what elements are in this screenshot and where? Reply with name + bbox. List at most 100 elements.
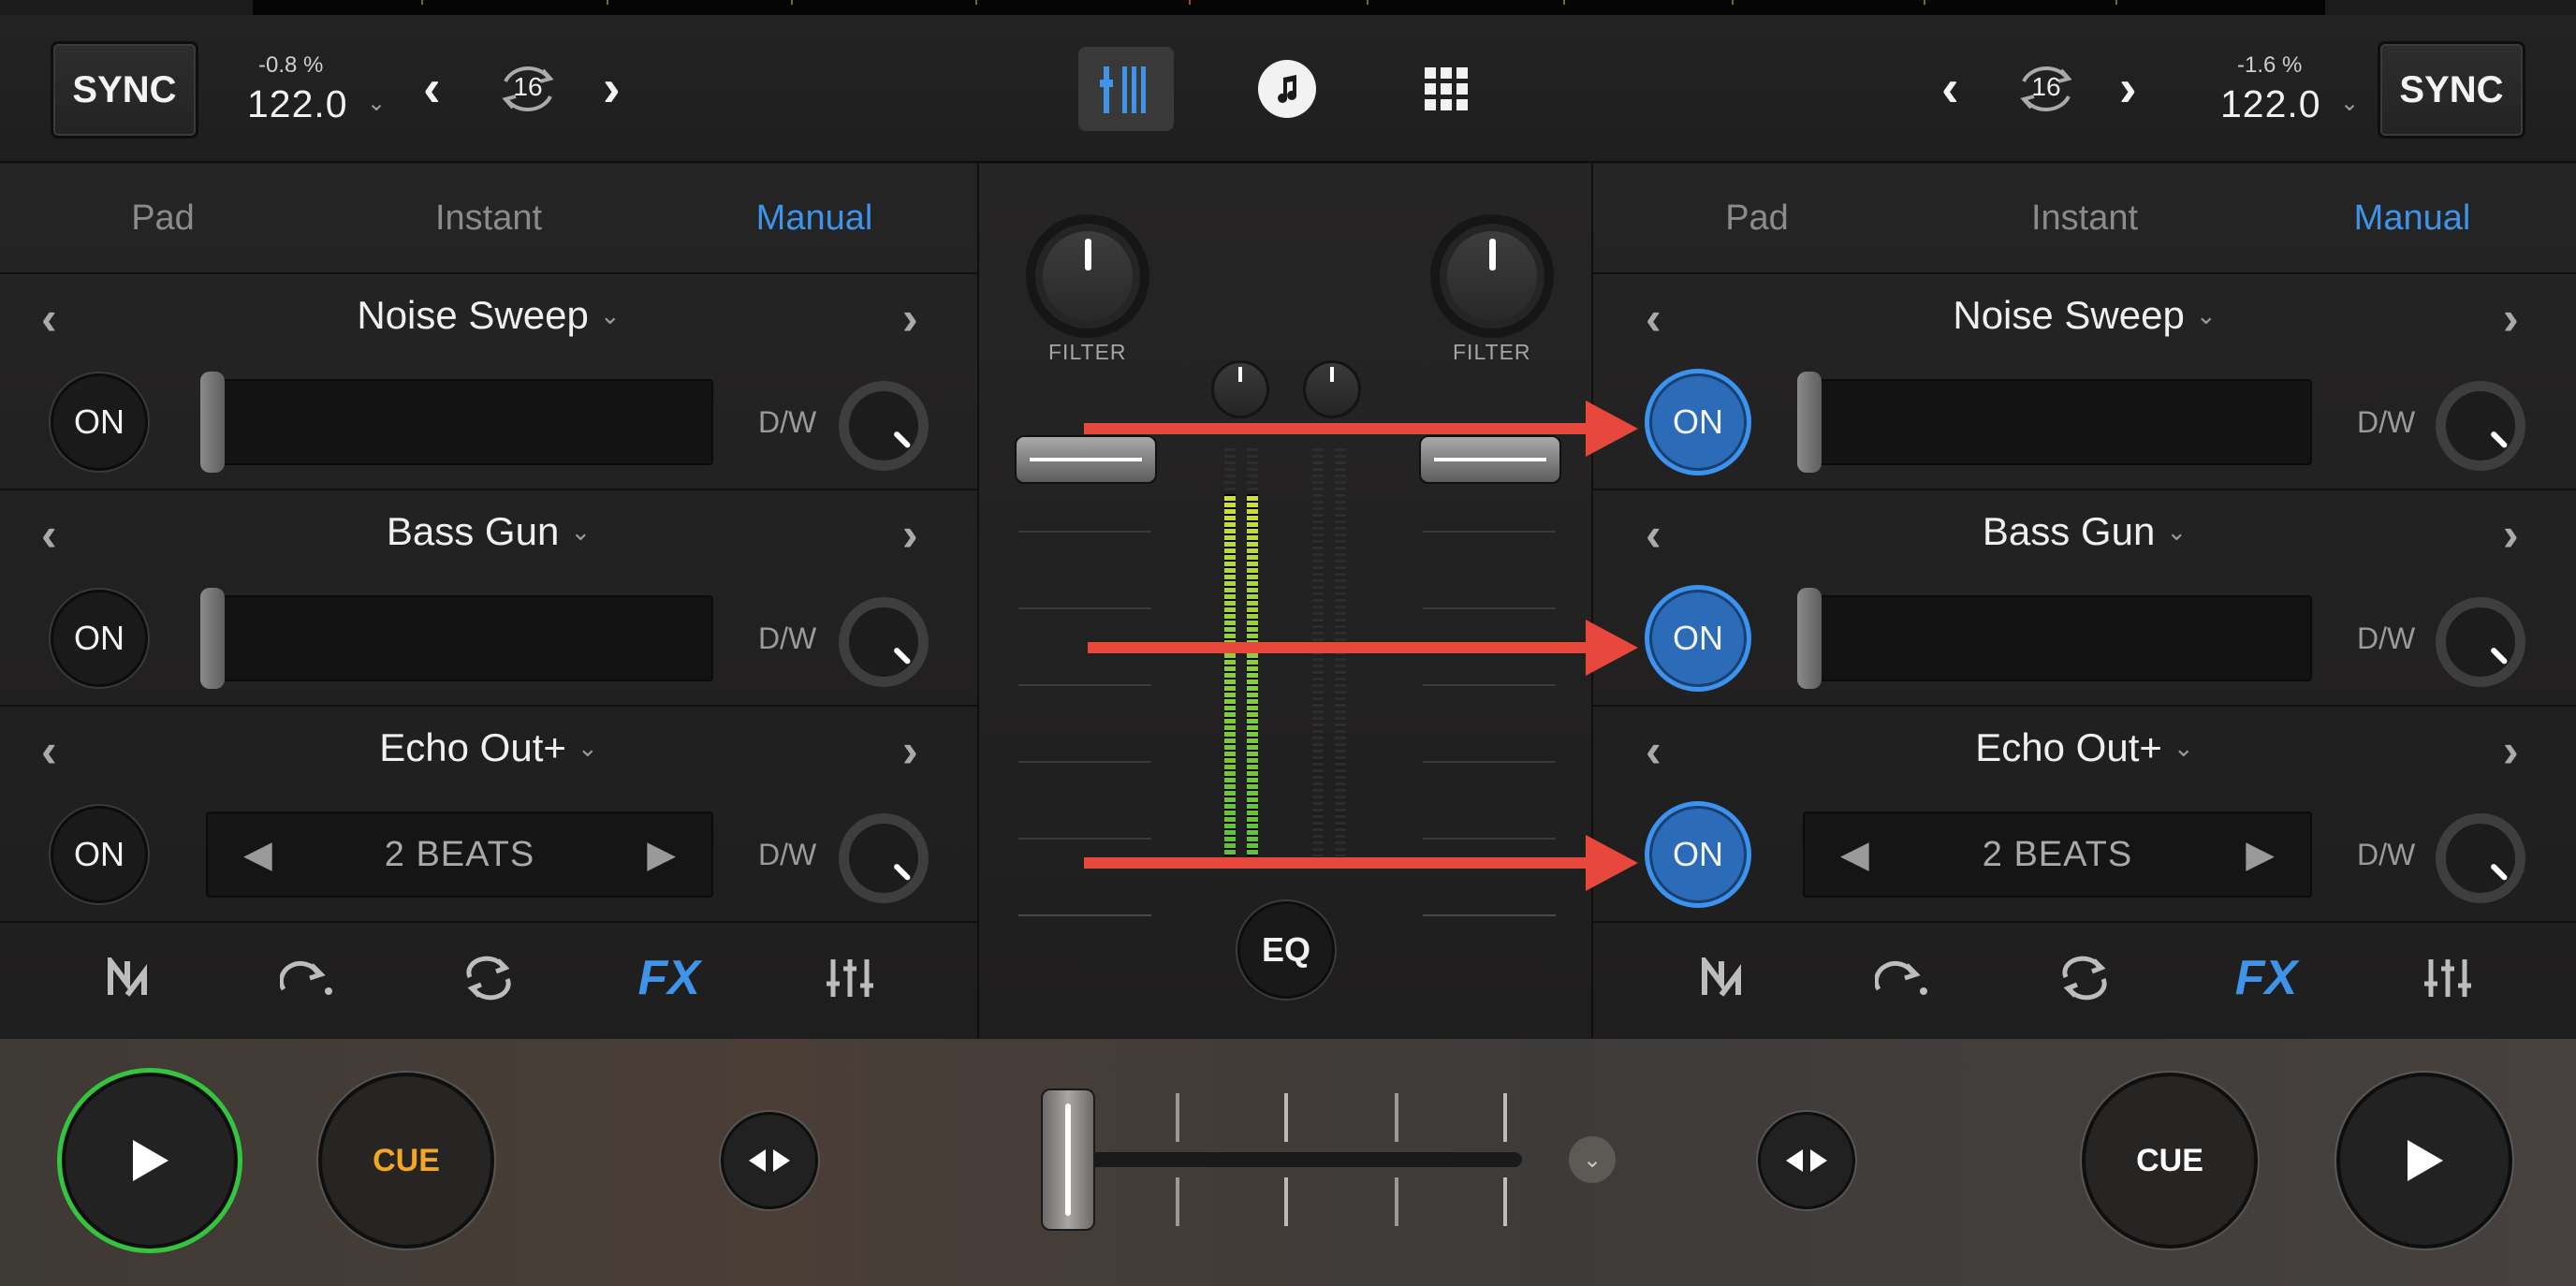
right-fx2-dw-knob[interactable] <box>2436 597 2525 687</box>
left-fx1-on-button[interactable]: ON <box>51 373 148 471</box>
grid-view-button[interactable] <box>1423 66 1470 112</box>
left-tab-pad[interactable]: Pad <box>0 164 326 272</box>
right-fx3-selector[interactable]: Echo Out+ ⌄ <box>1593 707 2576 789</box>
right-bpm-dropdown-icon[interactable]: ⌄ <box>2340 90 2359 117</box>
play-icon <box>2408 1140 2443 1181</box>
right-beats-prev-icon[interactable]: ◀ <box>1840 833 1869 876</box>
right-play-button[interactable] <box>2336 1073 2512 1249</box>
left-beats-next-icon[interactable]: ▶ <box>647 833 676 876</box>
left-play-button[interactable] <box>62 1073 238 1249</box>
left-fx2-on-button[interactable]: ON <box>51 590 148 687</box>
left-skip-button[interactable] <box>271 941 345 1016</box>
left-fx1-selector[interactable]: Noise Sweep ⌄ <box>0 274 977 357</box>
left-sync-button[interactable]: SYNC <box>51 41 198 139</box>
right-skip-button[interactable] <box>1866 941 1940 1016</box>
fader-scale-line <box>1018 531 1151 533</box>
right-fx1-param-slider[interactable] <box>1803 379 2312 465</box>
fader-scale-line <box>1423 838 1556 840</box>
annotation-arrow <box>1088 620 1638 676</box>
left-fx2-selector[interactable]: Bass Gun ⌄ <box>0 490 977 573</box>
left-fx-button[interactable]: FX <box>632 941 707 1016</box>
right-sync-button[interactable]: SYNC <box>2378 41 2525 139</box>
waveform-overview[interactable] <box>253 0 2325 15</box>
left-fx2-dw-knob[interactable] <box>839 597 929 687</box>
right-neural-mix-button[interactable] <box>1684 941 1759 1016</box>
left-fx3-on-button[interactable]: ON <box>51 806 148 903</box>
right-fx2-slider-handle[interactable] <box>1797 588 1822 689</box>
right-fx3-dw-knob[interactable] <box>2436 813 2525 903</box>
left-fx1-next-icon[interactable]: › <box>902 291 918 345</box>
left-filter-knob[interactable] <box>1026 214 1149 338</box>
left-bpm-dropdown-icon[interactable]: ⌄ <box>367 90 386 117</box>
left-fx2-param-slider[interactable] <box>206 595 713 681</box>
left-fx1-dw-knob[interactable] <box>839 381 929 471</box>
left-pitch-percent: -0.8 % <box>258 52 324 78</box>
right-fx2-next-icon[interactable]: › <box>2503 507 2519 562</box>
left-tab-manual[interactable]: Manual <box>651 164 977 272</box>
right-tab-instant[interactable]: Instant <box>1921 164 2248 272</box>
left-loop-next-icon[interactable]: › <box>603 62 621 114</box>
music-library-button[interactable] <box>1258 60 1316 118</box>
mixer-view-button[interactable] <box>1078 47 1174 131</box>
crossfader-track[interactable] <box>1073 1152 1522 1167</box>
left-fx2-next-icon[interactable]: › <box>902 507 918 562</box>
left-fx2-slider-handle[interactable] <box>200 588 225 689</box>
right-tab-pad[interactable]: Pad <box>1593 164 1921 272</box>
right-fx1-slider-handle[interactable] <box>1797 372 1822 473</box>
left-fx3-dw-knob[interactable] <box>839 813 929 903</box>
right-cue-button[interactable]: CUE <box>2082 1073 2258 1249</box>
right-tab-manual[interactable]: Manual <box>2248 164 2576 272</box>
fader-scale-line <box>1018 684 1151 686</box>
right-fx-button[interactable]: FX <box>2229 941 2304 1016</box>
left-fx3-selector[interactable]: Echo Out+ ⌄ <box>0 707 977 789</box>
right-filter-knob[interactable] <box>1430 214 1554 338</box>
left-deck-fx-panel: Pad Instant Manual ‹ Noise Sweep ⌄ › ON D… <box>0 164 977 1039</box>
right-fx2-param-slider[interactable] <box>1803 595 2312 681</box>
right-gain-knob[interactable] <box>1303 360 1361 418</box>
crossfader-tick <box>1284 1177 1288 1226</box>
left-loop-button[interactable] <box>451 941 526 1016</box>
left-fx1-slider-handle[interactable] <box>200 372 225 473</box>
fader-scale-line <box>1423 607 1556 609</box>
left-fx3-next-icon[interactable]: › <box>902 723 918 778</box>
left-pitch-bend-button[interactable] <box>721 1112 818 1209</box>
left-fx1-param-slider[interactable] <box>206 379 713 465</box>
left-cue-button[interactable]: CUE <box>318 1073 494 1249</box>
left-channel-fader-handle[interactable] <box>1015 435 1157 484</box>
left-tab-instant[interactable]: Instant <box>326 164 651 272</box>
left-fx-slot-2: ‹ Bass Gun ⌄ › ON D/W <box>0 490 977 707</box>
right-fx3-next-icon[interactable]: › <box>2503 723 2519 778</box>
skip-icon <box>280 960 333 995</box>
right-fx2-on-button[interactable]: ON <box>1649 590 1747 687</box>
right-fx1-on-button[interactable]: ON <box>1649 373 1747 471</box>
right-fx1-dw-knob[interactable] <box>2436 381 2525 471</box>
right-pitch-bend-button[interactable] <box>1758 1112 1855 1209</box>
eq-sliders-icon <box>2424 959 2471 997</box>
music-note-icon <box>1278 75 1297 103</box>
right-fx-slot-1: ‹ Noise Sweep ⌄ › ON D/W <box>1593 274 2576 490</box>
right-eq-settings-button[interactable] <box>2410 941 2485 1016</box>
left-eq-settings-button[interactable] <box>812 941 887 1016</box>
right-fx1-next-icon[interactable]: › <box>2503 291 2519 345</box>
left-bpm-value[interactable]: 122.0 <box>247 82 348 126</box>
right-channel-fader-handle[interactable] <box>1419 435 1561 484</box>
right-loop-button[interactable] <box>2047 941 2122 1016</box>
left-loop-size-button[interactable]: 16 <box>492 53 564 124</box>
left-loop-prev-icon[interactable]: ‹ <box>423 62 441 114</box>
left-beats-prev-icon[interactable]: ◀ <box>243 833 272 876</box>
right-loop-prev-icon[interactable]: ‹ <box>1941 62 1959 114</box>
left-gain-knob[interactable] <box>1211 360 1269 418</box>
left-neural-mix-button[interactable] <box>90 941 165 1016</box>
right-beats-next-icon[interactable]: ▶ <box>2246 833 2275 876</box>
eq-button[interactable]: EQ <box>1237 901 1335 999</box>
right-fx1-selector[interactable]: Noise Sweep ⌄ <box>1593 274 2576 357</box>
right-fx3-on-button[interactable]: ON <box>1649 806 1747 903</box>
right-filter-label: FILTER <box>1453 340 1531 364</box>
right-fx1-dw-label: D/W <box>2357 405 2416 439</box>
right-fx2-selector[interactable]: Bass Gun ⌄ <box>1593 490 2576 573</box>
crossfader-handle[interactable] <box>1041 1089 1095 1231</box>
right-loop-next-icon[interactable]: › <box>2119 62 2137 114</box>
right-loop-size-button[interactable]: 16 <box>2011 53 2082 124</box>
crossfader-options-dropdown-icon[interactable]: ⌄ <box>1569 1136 1616 1183</box>
right-bpm-value[interactable]: 122.0 <box>2220 82 2321 126</box>
